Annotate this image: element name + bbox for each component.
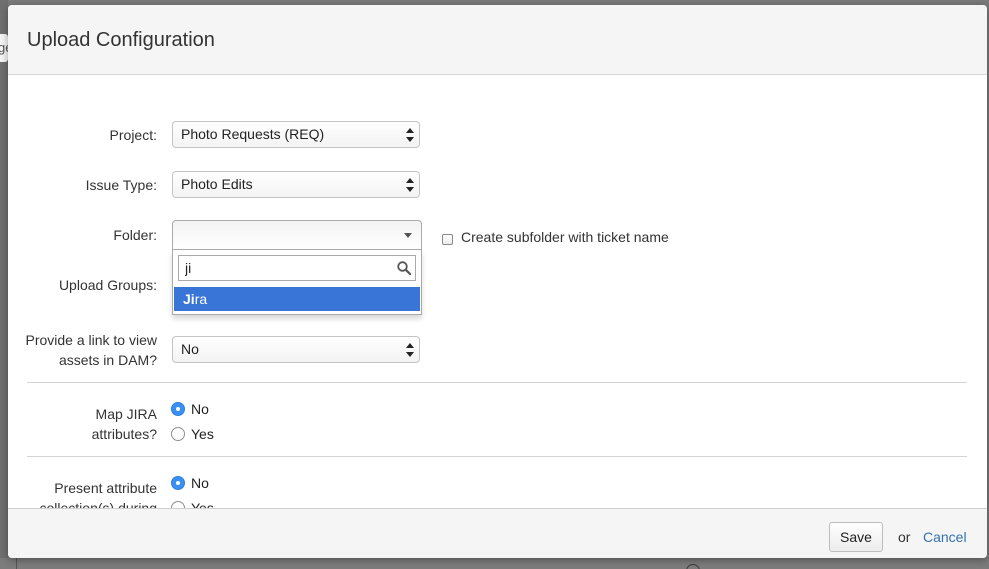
map-jira-label-line1: Map JIRA [95,406,157,422]
map-jira-label: Map JIRA attributes? [92,404,157,444]
option-rest-text: ra [194,291,208,307]
present-attributes-radio-no[interactable] [171,476,185,490]
present-attributes-label-line2: collection(s) during [39,500,158,508]
section-divider [27,456,967,457]
present-attributes-label-no[interactable]: No [191,473,209,493]
create-subfolder-checkbox[interactable] [442,234,453,245]
map-jira-label-yes[interactable]: Yes [191,424,214,444]
map-jira-radio-no[interactable] [171,402,185,416]
upload-groups-label: Upload Groups: [58,277,157,293]
dam-link-label: Provide a link to view assets in DAM? [25,330,157,370]
search-icon [397,261,412,276]
present-attributes-label-line1: Present attribute [54,480,157,496]
folder-search-input[interactable] [178,255,416,281]
dam-link-label-line1: Provide a link to view [25,332,157,348]
select-arrows-icon [406,343,414,357]
cancel-link[interactable]: Cancel [923,528,967,546]
issue-type-select[interactable]: Photo Edits [172,171,420,198]
present-attributes-label-yes[interactable]: Yes [191,498,214,508]
save-button[interactable]: Save [829,522,883,552]
dialog-body[interactable]: Project: Photo Requests (REQ) Issue Type… [8,75,987,508]
or-text: or [898,529,911,545]
dam-link-label-line2: assets in DAM? [58,352,157,368]
map-jira-label-no[interactable]: No [191,399,209,419]
project-select-value: Photo Requests (REQ) [181,126,325,142]
map-jira-radio-yes[interactable] [171,427,185,441]
folder-label: Folder: [113,227,157,243]
present-attributes-label: Present attribute collection(s) during [40,478,158,508]
present-attributes-radio-yes[interactable] [171,501,185,508]
dam-link-select-value: No [181,341,199,357]
dialog-header: Upload Configuration [8,5,987,75]
backdrop-bottom [0,558,989,569]
upload-configuration-dialog: Upload Configuration Project: Photo Requ… [8,5,987,558]
folder-option-jira[interactable]: Jira [174,287,420,311]
folder-combobox[interactable] [172,220,422,250]
backdrop-panel [0,0,8,569]
section-divider [27,382,967,383]
dialog-title: Upload Configuration [27,29,215,51]
select-arrows-icon [406,128,414,142]
map-jira-label-line2: attributes? [91,426,157,442]
option-match-text: Ji [183,291,195,307]
issue-type-label: Issue Type: [85,177,157,193]
dam-link-select[interactable]: No [172,336,420,363]
backdrop-button-fragment: ge [0,34,8,62]
folder-dropdown: Jira [172,250,422,315]
project-label: Project: [109,127,157,143]
circle-icon [686,564,700,569]
select-arrows-icon [406,178,414,192]
issue-type-select-value: Photo Edits [181,176,253,192]
backdrop-divider [16,558,17,569]
dialog-footer: Save or Cancel [8,508,987,558]
chevron-down-icon[interactable] [404,233,412,238]
backdrop-fragment-text: ge [0,40,8,55]
backdrop-circle-icons [686,564,720,569]
project-select[interactable]: Photo Requests (REQ) [172,121,420,148]
create-subfolder-label[interactable]: Create subfolder with ticket name [461,227,669,247]
